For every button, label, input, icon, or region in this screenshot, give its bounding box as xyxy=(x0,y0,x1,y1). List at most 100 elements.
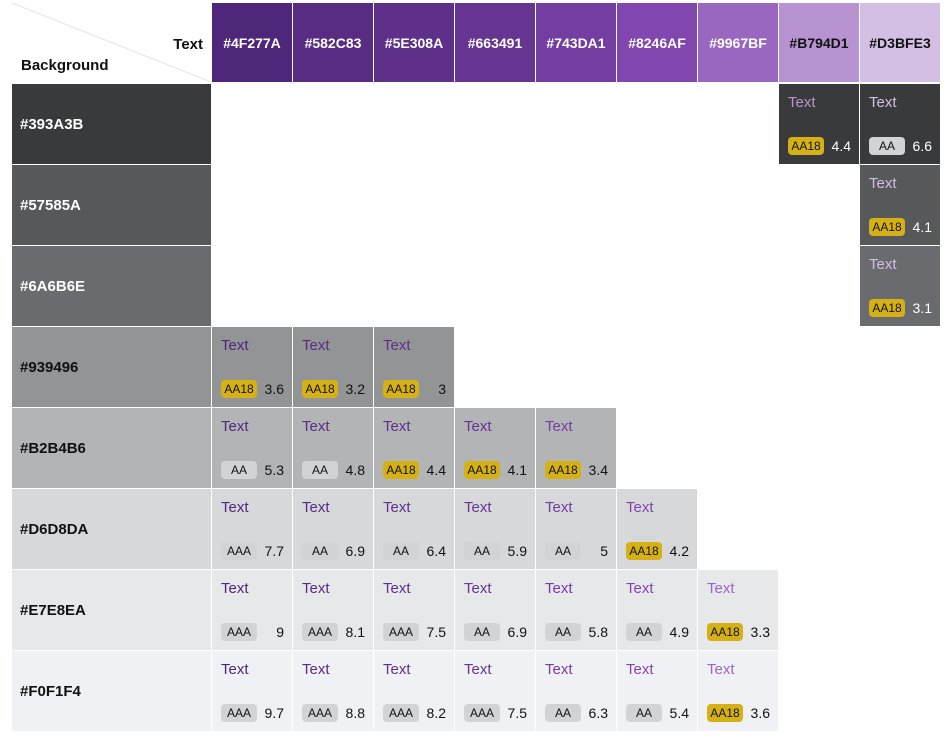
contrast-cell: Text AA18 3.6 xyxy=(698,651,778,731)
sample-text: Text xyxy=(302,499,330,516)
sample-text: Text xyxy=(869,256,897,273)
sample-text: Text xyxy=(464,661,492,678)
wcag-badge: AAA xyxy=(464,704,500,722)
sample-text: Text xyxy=(464,418,492,435)
contrast-cell: Text AA 6.9 xyxy=(293,489,373,569)
wcag-badge: AA xyxy=(383,542,419,560)
contrast-cell: Text AA 5.9 xyxy=(455,489,535,569)
text-axis-label: Text xyxy=(173,36,203,53)
contrast-ratio: 3.6 xyxy=(750,705,770,721)
column-header: #9967BF xyxy=(698,3,778,82)
sample-text: Text xyxy=(869,94,897,111)
sample-text: Text xyxy=(464,580,492,597)
contrast-cell: Text AA 6.4 xyxy=(374,489,454,569)
wcag-badge: AA18 xyxy=(788,137,824,155)
contrast-cell: Text AA18 3.3 xyxy=(698,570,778,650)
contrast-ratio: 6.9 xyxy=(507,624,527,640)
sample-text: Text xyxy=(221,418,249,435)
sample-text: Text xyxy=(707,580,735,597)
contrast-cell: Text AA18 3.4 xyxy=(536,408,616,488)
wcag-badge: AAA xyxy=(383,704,419,722)
contrast-ratio: 4.2 xyxy=(669,543,689,559)
sample-text: Text xyxy=(464,499,492,516)
contrast-ratio: 5.4 xyxy=(669,705,689,721)
wcag-badge: AA18 xyxy=(626,542,662,560)
contrast-ratio: 8.1 xyxy=(345,624,365,640)
wcag-badge: AA18 xyxy=(707,704,743,722)
sample-text: Text xyxy=(221,499,249,516)
wcag-badge: AA18 xyxy=(221,380,257,398)
column-header: #5E308A xyxy=(374,3,454,82)
contrast-ratio: 5.8 xyxy=(588,624,608,640)
background-axis-label: Background xyxy=(21,57,109,74)
contrast-ratio: 5.3 xyxy=(264,462,284,478)
sample-text: Text xyxy=(383,580,411,597)
wcag-badge: AA18 xyxy=(383,461,419,479)
wcag-badge: AAA xyxy=(221,542,257,560)
contrast-cell: Text AA 4.8 xyxy=(293,408,373,488)
contrast-ratio: 9 xyxy=(276,624,284,640)
sample-text: Text xyxy=(707,661,735,678)
row-header: #57585A xyxy=(12,165,211,245)
sample-text: Text xyxy=(302,661,330,678)
contrast-ratio: 7.5 xyxy=(507,705,527,721)
sample-text: Text xyxy=(383,499,411,516)
contrast-cell: Text AA18 4.4 xyxy=(374,408,454,488)
sample-text: Text xyxy=(626,661,654,678)
contrast-cell: Text AA18 4.1 xyxy=(455,408,535,488)
column-header: #743DA1 xyxy=(536,3,616,82)
sample-text: Text xyxy=(626,580,654,597)
column-header: #8246AF xyxy=(617,3,697,82)
wcag-badge: AA xyxy=(464,542,500,560)
contrast-cell: Text AA 4.9 xyxy=(617,570,697,650)
contrast-ratio: 4.1 xyxy=(507,462,527,478)
column-header: #D3BFE3 xyxy=(860,3,940,82)
wcag-badge: AA18 xyxy=(707,623,743,641)
sample-text: Text xyxy=(302,418,330,435)
wcag-badge: AA18 xyxy=(383,380,419,398)
sample-text: Text xyxy=(302,580,330,597)
wcag-badge: AA xyxy=(626,704,662,722)
wcag-badge: AAA xyxy=(383,623,419,641)
contrast-ratio: 4.9 xyxy=(669,624,689,640)
wcag-badge: AA xyxy=(302,461,338,479)
column-header: #663491 xyxy=(455,3,535,82)
wcag-badge: AA xyxy=(221,461,257,479)
row-header: #E7E8EA xyxy=(12,570,211,650)
wcag-badge: AA18 xyxy=(869,218,905,236)
sample-text: Text xyxy=(626,499,654,516)
contrast-cell: Text AAA 9 xyxy=(212,570,292,650)
contrast-ratio: 4.4 xyxy=(831,138,851,154)
wcag-badge: AAA xyxy=(221,623,257,641)
column-header: #4F277A xyxy=(212,3,292,82)
column-header: #582C83 xyxy=(293,3,373,82)
sample-text: Text xyxy=(302,337,330,354)
row-header: #F0F1F4 xyxy=(12,651,211,731)
column-header: #B794D1 xyxy=(779,3,859,82)
contrast-ratio: 3.3 xyxy=(750,624,770,640)
contrast-cell: Text AAA 8.8 xyxy=(293,651,373,731)
sample-text: Text xyxy=(383,337,411,354)
contrast-cell: Text AA18 3.6 xyxy=(212,327,292,407)
contrast-ratio: 9.7 xyxy=(264,705,284,721)
wcag-badge: AA xyxy=(545,704,581,722)
contrast-ratio: 6.6 xyxy=(912,138,932,154)
contrast-ratio: 7.7 xyxy=(264,543,284,559)
contrast-cell: Text AAA 8.2 xyxy=(374,651,454,731)
contrast-ratio: 8.8 xyxy=(345,705,365,721)
wcag-badge: AA xyxy=(626,623,662,641)
contrast-ratio: 5 xyxy=(600,543,608,559)
contrast-cell: Text AAA 7.5 xyxy=(455,651,535,731)
contrast-cell: Text AA18 3 xyxy=(374,327,454,407)
sample-text: Text xyxy=(221,337,249,354)
contrast-ratio: 4.8 xyxy=(345,462,365,478)
wcag-badge: AA18 xyxy=(302,380,338,398)
contrast-cell: Text AA 6.3 xyxy=(536,651,616,731)
wcag-badge: AAA xyxy=(302,623,338,641)
contrast-cell: Text AA18 4.1 xyxy=(860,165,940,245)
contrast-ratio: 3.4 xyxy=(588,462,608,478)
wcag-badge: AA xyxy=(302,542,338,560)
sample-text: Text xyxy=(383,418,411,435)
wcag-badge: AA18 xyxy=(464,461,500,479)
contrast-cell: Text AA18 4.4 xyxy=(779,84,859,164)
